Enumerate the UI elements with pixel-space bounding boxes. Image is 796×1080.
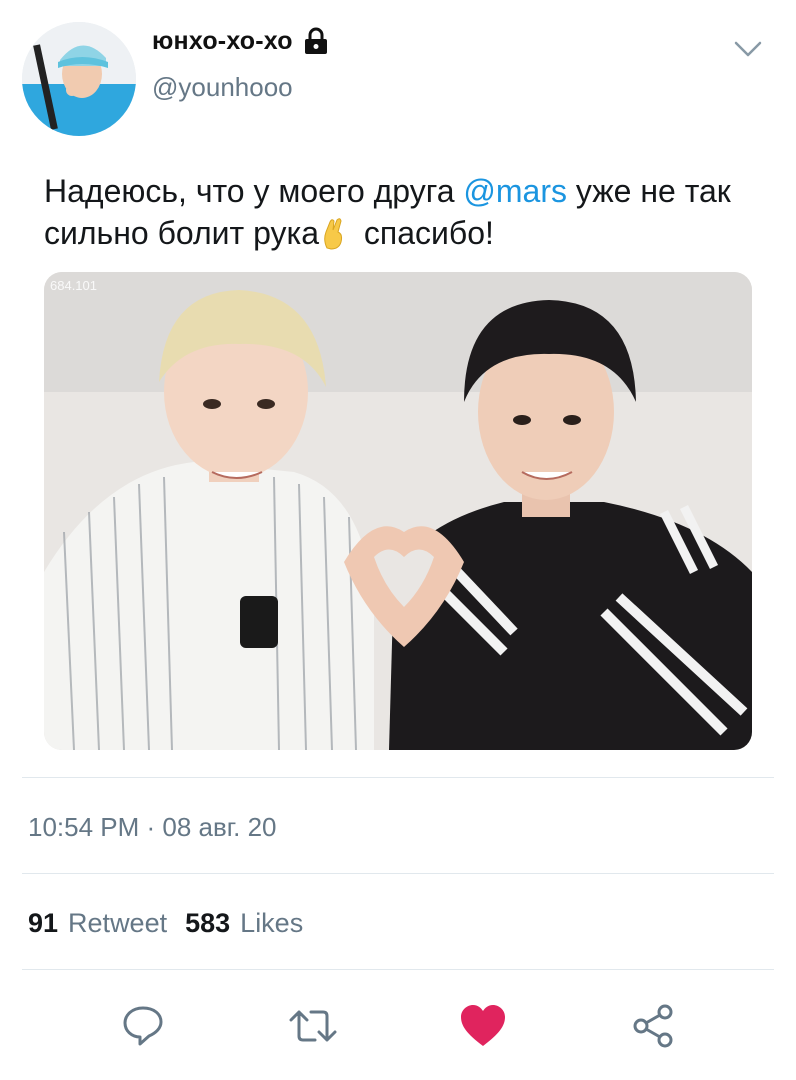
user-handle[interactable]: @younhooo (152, 72, 293, 103)
divider (22, 969, 774, 970)
mention-link[interactable]: @mars (463, 173, 567, 209)
avatar[interactable] (22, 22, 136, 136)
tweet-timestamp[interactable]: 10:54 PM · 08 авг. 20 (28, 812, 277, 843)
tweet-photo[interactable] (44, 272, 752, 750)
likes-label[interactable]: Likes (240, 908, 303, 939)
like-button[interactable] (453, 996, 513, 1056)
divider (22, 873, 774, 874)
retweets-count[interactable]: 91 (28, 908, 58, 939)
speech-bubble-icon (123, 1006, 163, 1046)
tweet-text-part: спасибо! (355, 215, 494, 251)
share-button[interactable] (623, 996, 683, 1056)
lock-icon (304, 27, 327, 54)
chevron-down-icon[interactable] (731, 34, 765, 64)
photo-two-people-heart (44, 272, 752, 750)
photo-watermark: 684.101 (50, 278, 97, 293)
heart-icon (461, 1005, 505, 1046)
divider (22, 777, 774, 778)
reply-button[interactable] (113, 996, 173, 1056)
name-row: юнхо-хо-хо (152, 26, 329, 56)
crossed-fingers-emoji (321, 218, 347, 260)
display-name[interactable]: юнхо-хо-хо (152, 27, 293, 56)
avatar-photo (22, 22, 136, 136)
action-bar (0, 996, 796, 1056)
share-icon (633, 1004, 673, 1048)
tweet-text-part: Надеюсь, что у моего друга (44, 173, 464, 209)
retweet-button[interactable] (283, 996, 343, 1056)
retweet-icon (289, 1010, 337, 1042)
likes-count[interactable]: 583 (185, 908, 230, 939)
tweet-text: Надеюсь, что у моего друга @mars уже не … (44, 170, 764, 260)
tweet-stats: 91 Retweet 583 Likes (28, 908, 321, 939)
retweets-label[interactable]: Retweet (68, 908, 167, 939)
